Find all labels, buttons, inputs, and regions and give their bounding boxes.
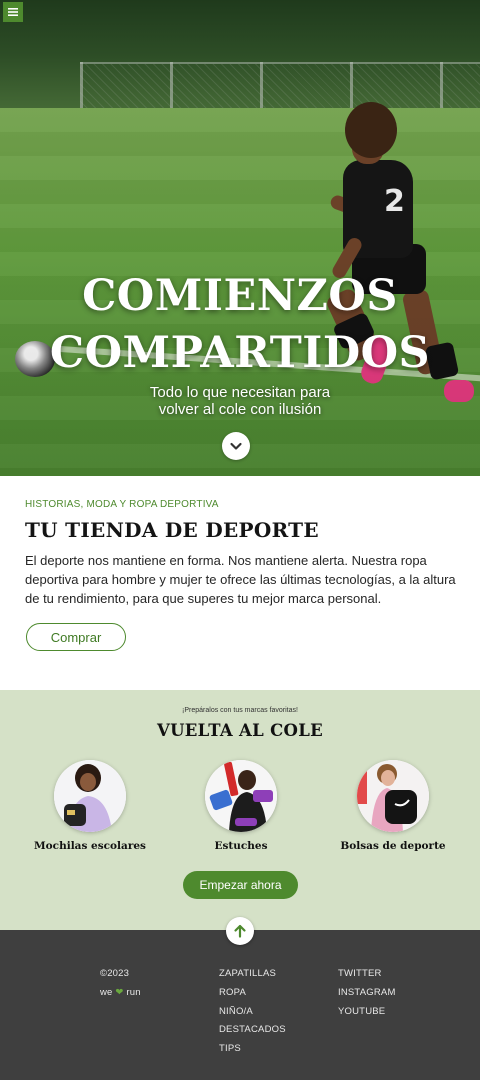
start-now-button[interactable]: Empezar ahora [183,871,298,899]
category-label: Mochilas escolares [34,840,146,852]
store-description: El deporte nos mantiene en forma. Nos ma… [25,553,456,606]
footer-link-twitter[interactable]: TWITTER [338,965,396,984]
footer-link-featured[interactable]: DESTACADOS [219,1021,286,1040]
category-label: Bolsas de deporte [340,840,446,852]
player-jersey-number: 2 [384,184,405,219]
hero-title: COMIENZOS COMPARTIDOS [0,268,480,382]
pencil-case-image[interactable] [205,760,277,832]
category-pencil-cases[interactable]: Estuches [166,760,316,852]
footer: ©2023 we ❤ run ZAPATILLAS ROPA NIÑO/A DE… [0,930,480,1080]
copyright-text: ©2023 [100,968,130,979]
sports-bag-image[interactable] [357,760,429,832]
footer-link-kids[interactable]: NIÑO/A [219,1003,286,1022]
hero-title-line: COMPARTIDOS [49,328,431,378]
footer-link-sneakers[interactable]: ZAPATILLAS [219,965,286,984]
brand-run: run [126,986,141,998]
heart-icon: ❤ [115,986,124,998]
category-label: Estuches [214,840,268,852]
category-school-backpacks[interactable]: Mochilas escolares [15,760,165,852]
menu-button[interactable] [3,2,23,22]
back-to-school-section: ¡Prepáralos con tus marcas favoritas! VU… [0,690,480,930]
footer-link-clothing[interactable]: ROPA [219,984,286,1003]
school-backpack-image[interactable] [54,760,126,832]
store-eyebrow: HISTORIAS, MODA Y ROPA DEPORTIVA [25,499,219,510]
scroll-down-button[interactable] [222,432,250,460]
kid-with-pencil-case-illustration [205,760,277,832]
footer-link-youtube[interactable]: YOUTUBE [338,1003,396,1022]
hero-subtitle-line: Todo lo que necesitan para [149,384,331,401]
footer-social-column: TWITTER INSTAGRAM YOUTUBE [338,965,396,1021]
back-to-school-title: VUELTA AL COLE [157,721,323,740]
hero-subtitle-line: volver al cole con ilusión [158,401,322,418]
buy-button[interactable]: Comprar [26,623,126,651]
arrow-up-icon [234,924,246,938]
scroll-to-top-button[interactable] [226,917,254,945]
store-title: TU TIENDA DE DEPORTE [25,518,319,542]
hero-fence [80,62,480,110]
footer-links-column: ZAPATILLAS ROPA NIÑO/A DESTACADOS TIPS [219,965,286,1059]
footer-link-tips[interactable]: TIPS [219,1040,286,1059]
girl-with-backpack-illustration [54,760,126,832]
girl-with-sports-bag-illustration [357,760,429,832]
brand-we: we [100,986,113,998]
player-hair [345,102,397,158]
hero-title-line: COMIENZOS [82,271,398,321]
footer-link-instagram[interactable]: INSTAGRAM [338,984,396,1003]
hamburger-icon [8,8,18,16]
footer-brand-column: ©2023 we ❤ run [100,965,141,1003]
hero-subtitle: Todo lo que necesitan para volver al col… [0,384,480,418]
category-sports-bags[interactable]: Bolsas de deporte [318,760,468,852]
brand-logo-text: we ❤ run [100,984,141,1003]
chevron-down-icon [230,442,242,450]
store-section: HISTORIAS, MODA Y ROPA DEPORTIVA TU TIEN… [0,476,480,690]
hero-banner: 2 COMIENZOS COMPARTIDOS Todo lo que nece… [0,0,480,476]
back-to-school-eyebrow: ¡Prepáralos con tus marcas favoritas! [182,707,298,714]
